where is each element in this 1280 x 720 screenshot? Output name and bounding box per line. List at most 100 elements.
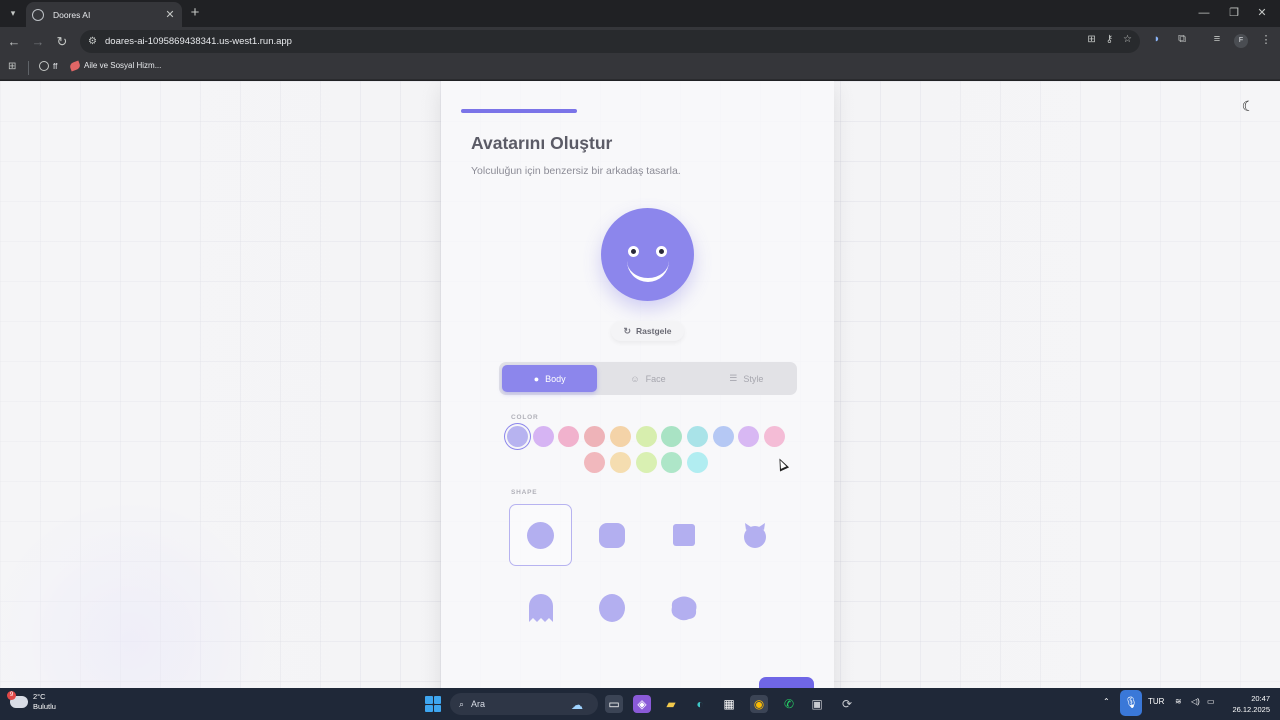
color-swatch[interactable] <box>507 426 528 447</box>
new-tab-button[interactable]: + <box>186 4 204 22</box>
microphone-icon[interactable]: 🎙 <box>1120 690 1142 716</box>
store-icon[interactable]: ▦ <box>720 695 738 713</box>
start-button[interactable] <box>425 696 441 712</box>
volume-icon[interactable]: ◁) <box>1191 697 1200 706</box>
bookmark-aile[interactable]: Aile ve Sosyal Hizm... <box>68 60 161 71</box>
media-controls-icon[interactable]: ≡ <box>1209 33 1225 45</box>
app-icon[interactable]: ⟳ <box>838 695 856 713</box>
color-swatch[interactable] <box>764 426 785 447</box>
shape-option-horned[interactable] <box>723 504 786 566</box>
color-swatch[interactable] <box>686 426 708 447</box>
chrome-icon[interactable]: ◉ <box>750 695 768 713</box>
system-clock[interactable]: 20:47 26.12.2025 <box>1228 693 1270 715</box>
close-window-button[interactable]: ✕ <box>1251 4 1273 22</box>
sliders-icon: ☰ <box>729 373 738 383</box>
color-swatch[interactable] <box>661 426 683 447</box>
address-bar[interactable]: ⚙ doares-ai-1095869438341.us-west1.run.a… <box>80 30 1140 53</box>
close-tab-icon[interactable]: ✕ <box>164 8 176 21</box>
favicon-icon <box>32 8 44 21</box>
weather-widget[interactable]: 9 2°C Bulutlu <box>7 691 56 712</box>
browser-tab[interactable]: Doores AI ✕ <box>26 2 182 27</box>
file-explorer-icon[interactable]: ▰ <box>662 695 680 713</box>
minimize-button[interactable]: — <box>1193 4 1215 22</box>
tray-chevron-icon[interactable]: ⌃ <box>1103 697 1110 706</box>
tab-strip: ▾ Doores AI ✕ + — ❐ ✕ <box>0 0 1280 27</box>
color-swatch[interactable] <box>635 426 657 447</box>
color-swatch[interactable] <box>712 426 734 447</box>
translate-icon[interactable]: ⊞ <box>1087 34 1095 45</box>
next-button[interactable] <box>759 677 814 688</box>
color-swatch[interactable] <box>609 426 631 447</box>
search-placeholder: Ara <box>471 699 486 709</box>
reload-button[interactable]: ↻ <box>52 32 72 52</box>
color-swatch[interactable] <box>584 452 606 473</box>
tab-label: Body <box>545 373 566 384</box>
color-swatch[interactable] <box>532 426 554 447</box>
search-icon: ⌕ <box>459 698 465 709</box>
blob-shape-icon <box>671 596 696 621</box>
avatar-preview <box>601 208 694 301</box>
restore-button[interactable]: ❐ <box>1223 4 1245 22</box>
shape-option-oval[interactable] <box>580 577 643 639</box>
color-section-label: COLOR <box>511 414 539 421</box>
page-subtitle: Yolculuğun için benzersiz bir arkadaş ta… <box>471 165 681 177</box>
shape-option-square[interactable] <box>652 504 715 566</box>
progress-bar <box>461 109 814 113</box>
color-swatch[interactable] <box>738 426 760 447</box>
task-view-icon[interactable]: ▭ <box>605 695 623 713</box>
profile-avatar[interactable]: F <box>1234 34 1248 48</box>
extension-icon[interactable]: ◗ <box>1149 33 1165 45</box>
bookmark-ff[interactable]: ff <box>39 61 57 71</box>
color-swatch[interactable] <box>609 452 631 473</box>
user-icon: ● <box>533 373 540 384</box>
dark-mode-moon-icon[interactable]: ☾ <box>1239 97 1257 115</box>
tab-body[interactable]: ● Body <box>502 365 598 392</box>
language-indicator[interactable]: TUR <box>1148 697 1164 706</box>
avatar-mouth <box>627 260 669 282</box>
leaf-icon <box>68 60 82 71</box>
randomize-button[interactable]: ↻ Rastgele <box>611 321 684 341</box>
horned-shape-icon <box>743 523 766 548</box>
back-button[interactable]: ← <box>4 32 24 52</box>
terminal-icon[interactable]: ▣ <box>808 695 826 713</box>
color-swatch[interactable] <box>635 452 657 473</box>
color-swatch[interactable] <box>686 452 708 473</box>
battery-icon[interactable]: ▭ <box>1207 697 1215 706</box>
clock-date: 26.12.2025 <box>1232 705 1270 714</box>
bookmark-star-icon[interactable]: ☆ <box>1123 34 1132 45</box>
notification-badge: 9 <box>7 691 16 700</box>
menu-dots-icon[interactable]: ⋮ <box>1258 33 1274 46</box>
color-swatch[interactable] <box>584 426 606 447</box>
edge-icon[interactable]: ◐ <box>691 695 709 713</box>
tab-label: Face <box>645 373 666 384</box>
tab-face[interactable]: ☺ Face <box>600 365 695 392</box>
shape-option-ghost[interactable] <box>509 577 572 639</box>
shape-section-label: SHAPE <box>511 489 538 496</box>
shape-option-rounded-square[interactable] <box>580 504 643 566</box>
color-swatch[interactable] <box>558 426 580 447</box>
windows-taskbar: 9 2°C Bulutlu ⌕ Ara ☁ ▭ ◈ ▰ ◐ ▦ ◉ ✆ ▣ ⟳ … <box>0 688 1280 720</box>
randomize-label: Rastgele <box>636 326 672 336</box>
whatsapp-icon[interactable]: ✆ <box>780 695 798 713</box>
avatar-builder-card: Avatarını Oluştur Yolculuğun için benzer… <box>441 81 834 688</box>
shape-option-blob[interactable] <box>652 577 715 639</box>
apps-grid-icon[interactable]: ⊞ <box>8 62 18 72</box>
copilot-icon[interactable]: ◈ <box>633 695 651 713</box>
tab-search-icon[interactable]: ▾ <box>4 5 22 22</box>
tab-style[interactable]: ☰ Style <box>699 365 794 392</box>
extensions-puzzle-icon[interactable]: ⧉ <box>1174 33 1190 46</box>
tab-title: Doores AI <box>53 9 91 20</box>
shape-option-circle[interactable] <box>509 504 572 566</box>
square-shape-icon <box>672 524 695 546</box>
site-info-icon[interactable]: ⚙ <box>88 36 102 47</box>
url-text[interactable]: doares-ai-1095869438341.us-west1.run.app <box>105 36 292 47</box>
color-swatch[interactable] <box>661 452 683 473</box>
key-icon[interactable]: ⚷ <box>1106 34 1113 45</box>
search-highlight-icon[interactable]: ☁ <box>563 696 591 714</box>
cloud-icon: 9 <box>7 691 28 708</box>
bookmark-label: ff <box>53 61 58 71</box>
wifi-icon[interactable]: ≋ <box>1175 697 1182 706</box>
browser-toolbar: ← → ↻ ⚙ doares-ai-1095869438341.us-west1… <box>0 27 1280 56</box>
ghost-shape-icon <box>528 594 553 622</box>
forward-button[interactable]: → <box>28 32 48 52</box>
